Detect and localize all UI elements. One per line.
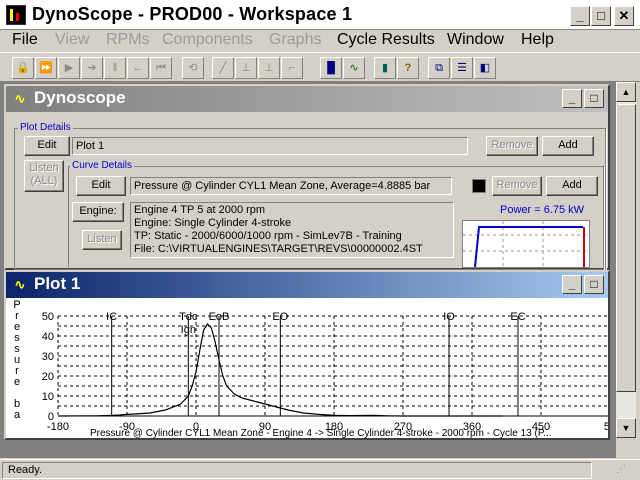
event-marker-label: Ign (181, 324, 196, 336)
tile-icon[interactable]: ⧉ (428, 57, 450, 79)
engine-info-line: TP: Static - 2000/6000/1000 rpm - SimLev… (134, 230, 402, 242)
arrange-icon[interactable]: ◧ (474, 57, 496, 79)
step-back-icon[interactable]: ← (127, 57, 149, 79)
minimize-button[interactable]: _ (570, 6, 590, 26)
engine-info-line: Engine 4 TP 5 at 2000 rpm (134, 204, 266, 216)
lock-icon[interactable]: 🔒 (12, 57, 34, 79)
power-label: Power = 6.75 kW (500, 204, 585, 216)
gear-icon[interactable]: ▮ (374, 57, 396, 79)
y-tick-label: 30 (42, 351, 54, 363)
x-tick-label: 54 (604, 421, 608, 433)
pressure-chart: 01020304050-180-9009018027036045054ICTdc… (42, 311, 608, 433)
maximize-button[interactable]: □ (591, 6, 611, 26)
menu-graphs[interactable]: Graphs (269, 31, 321, 49)
engine-icon[interactable]: ⊥ (235, 57, 257, 79)
y-tick-label: 50 (42, 311, 54, 323)
app-titlebar: DynoScope - PROD00 - Workspace 1 _ □ ✕ (0, 0, 640, 30)
step-forward-icon[interactable]: ➔ (81, 57, 103, 79)
plot-remove-button[interactable]: Remove (486, 136, 538, 156)
plot-details-label: Plot Details (18, 122, 73, 133)
x-tick-label: -180 (47, 421, 69, 433)
curve-add-button[interactable]: Add (546, 176, 598, 196)
event-marker-label: EoB (209, 311, 230, 323)
engine-info-line: Engine: Single Cylinder 4-stroke (134, 217, 292, 229)
scroll-up-button[interactable]: ▲ (616, 82, 636, 102)
toolbar: 🔒 ⏩ ▶ ➔ ‖ ← ⏮ ⟲ ╱ ⊥ ⊥ ⌐ ▐▌ ∿ ▮ ? ⧉ ☰ ◧ (0, 52, 640, 82)
refresh-icon[interactable]: ⟲ (182, 57, 204, 79)
help-icon[interactable]: ? (397, 57, 419, 79)
menu-file[interactable]: File (12, 31, 38, 49)
curve-name-field[interactable]: Pressure @ Cylinder CYL1 Mean Zone, Aver… (130, 177, 452, 195)
engine-run-icon[interactable]: ⊥ (258, 57, 280, 79)
curve-color-swatch[interactable] (472, 179, 486, 193)
resize-grip-icon[interactable]: ⋰ (616, 464, 634, 479)
y-tick-label: 10 (42, 391, 54, 403)
plot-canvas: P r e s s u r e b a 0 10 20 30 40 50 -180 -90 0 9… (6, 298, 608, 439)
event-marker-label: Tdc (179, 311, 198, 323)
engine-button[interactable]: Engine: (72, 202, 124, 222)
plot-minimize-button[interactable]: _ (562, 275, 582, 294)
y-tick-label: 20 (42, 371, 54, 383)
power-mini-chart (462, 220, 590, 268)
dynoscope-minimize-button[interactable]: _ (562, 89, 582, 108)
plot-name-field[interactable]: Plot 1 (72, 137, 468, 155)
plot-add-button[interactable]: Add (542, 136, 594, 156)
status-text: Ready. (2, 462, 592, 479)
dynoscope-maximize-button[interactable]: □ (584, 89, 604, 108)
app-logo-icon (6, 5, 26, 25)
event-marker-label: IC (106, 311, 117, 323)
dynoscope-title: Dynoscope (34, 88, 126, 107)
plot-maximize-button[interactable]: □ (584, 275, 604, 294)
y-tick-label: 40 (42, 331, 54, 343)
event-marker-label: EO (272, 311, 288, 323)
listen-button[interactable]: Listen (82, 230, 122, 250)
menu-view[interactable]: View (55, 31, 89, 49)
rewind-icon[interactable]: ⏮ (150, 57, 172, 79)
menu-help[interactable]: Help (521, 31, 554, 49)
engine-info-box: Engine 4 TP 5 at 2000 rpm Engine: Single… (130, 202, 454, 258)
plot-title: Plot 1 (34, 274, 81, 293)
menu-cycle-results[interactable]: Cycle Results (337, 31, 435, 49)
graph-icon[interactable]: ∿ (343, 57, 365, 79)
event-marker-label: EC (510, 311, 525, 323)
scope-icon: ∿ (14, 277, 26, 292)
plot-titlebar: ∿ Plot 1 _ □ (6, 272, 608, 298)
menu-window[interactable]: Window (447, 31, 504, 49)
dynoscope-window: ∿ Dynoscope _ □ Plot Details Edit Plot 1… (4, 84, 610, 270)
menu-rpms[interactable]: RPMs (106, 31, 150, 49)
curve-edit-button[interactable]: Edit (76, 176, 126, 196)
status-bar: Ready. ⋰ (0, 459, 640, 480)
plot-window: ∿ Plot 1 _ □ P r e s s u r e b a 0 10 20 30… (4, 270, 610, 440)
plot-edit-button[interactable]: Edit (24, 136, 70, 156)
flask-icon[interactable]: ⌐ (281, 57, 303, 79)
play-icon[interactable]: ▶ (58, 57, 80, 79)
engine-info-line: File: C:\VIRTUALENGINES\TARGET\REVS\0000… (134, 243, 423, 255)
draw-icon[interactable]: ╱ (212, 57, 234, 79)
curve-remove-button[interactable]: Remove (492, 176, 542, 196)
scroll-down-button[interactable]: ▼ (616, 418, 636, 438)
scope-icon: ∿ (14, 91, 26, 106)
mdi-workspace: ∿ Dynoscope _ □ Plot Details Edit Plot 1… (0, 82, 616, 458)
curve-details-label: Curve Details (70, 160, 135, 171)
menu-components[interactable]: Components (162, 31, 253, 49)
pause-icon[interactable]: ‖ (104, 57, 126, 79)
fast-forward-icon[interactable]: ⏩ (35, 57, 57, 79)
dynoscope-titlebar: ∿ Dynoscope _ □ (6, 86, 608, 112)
cascade-icon[interactable]: ☰ (451, 57, 473, 79)
plot-footer: Pressure @ Cylinder CYL1 Mean Zone - Eng… (90, 428, 552, 439)
workspace-scrollbar[interactable]: ▲ ▼ (616, 82, 636, 438)
menu-bar: File View RPMs Components Graphs Cycle R… (0, 30, 640, 52)
event-marker-label: IO (443, 311, 455, 323)
listen-all-button[interactable]: Listen (ALL) (24, 160, 64, 192)
scroll-thumb[interactable] (616, 104, 636, 392)
bar-chart-icon[interactable]: ▐▌ (320, 57, 342, 79)
power-mini-chart-svg (463, 221, 589, 268)
close-button[interactable]: ✕ (614, 6, 634, 26)
app-title: DynoScope - PROD00 - Workspace 1 (32, 4, 353, 24)
